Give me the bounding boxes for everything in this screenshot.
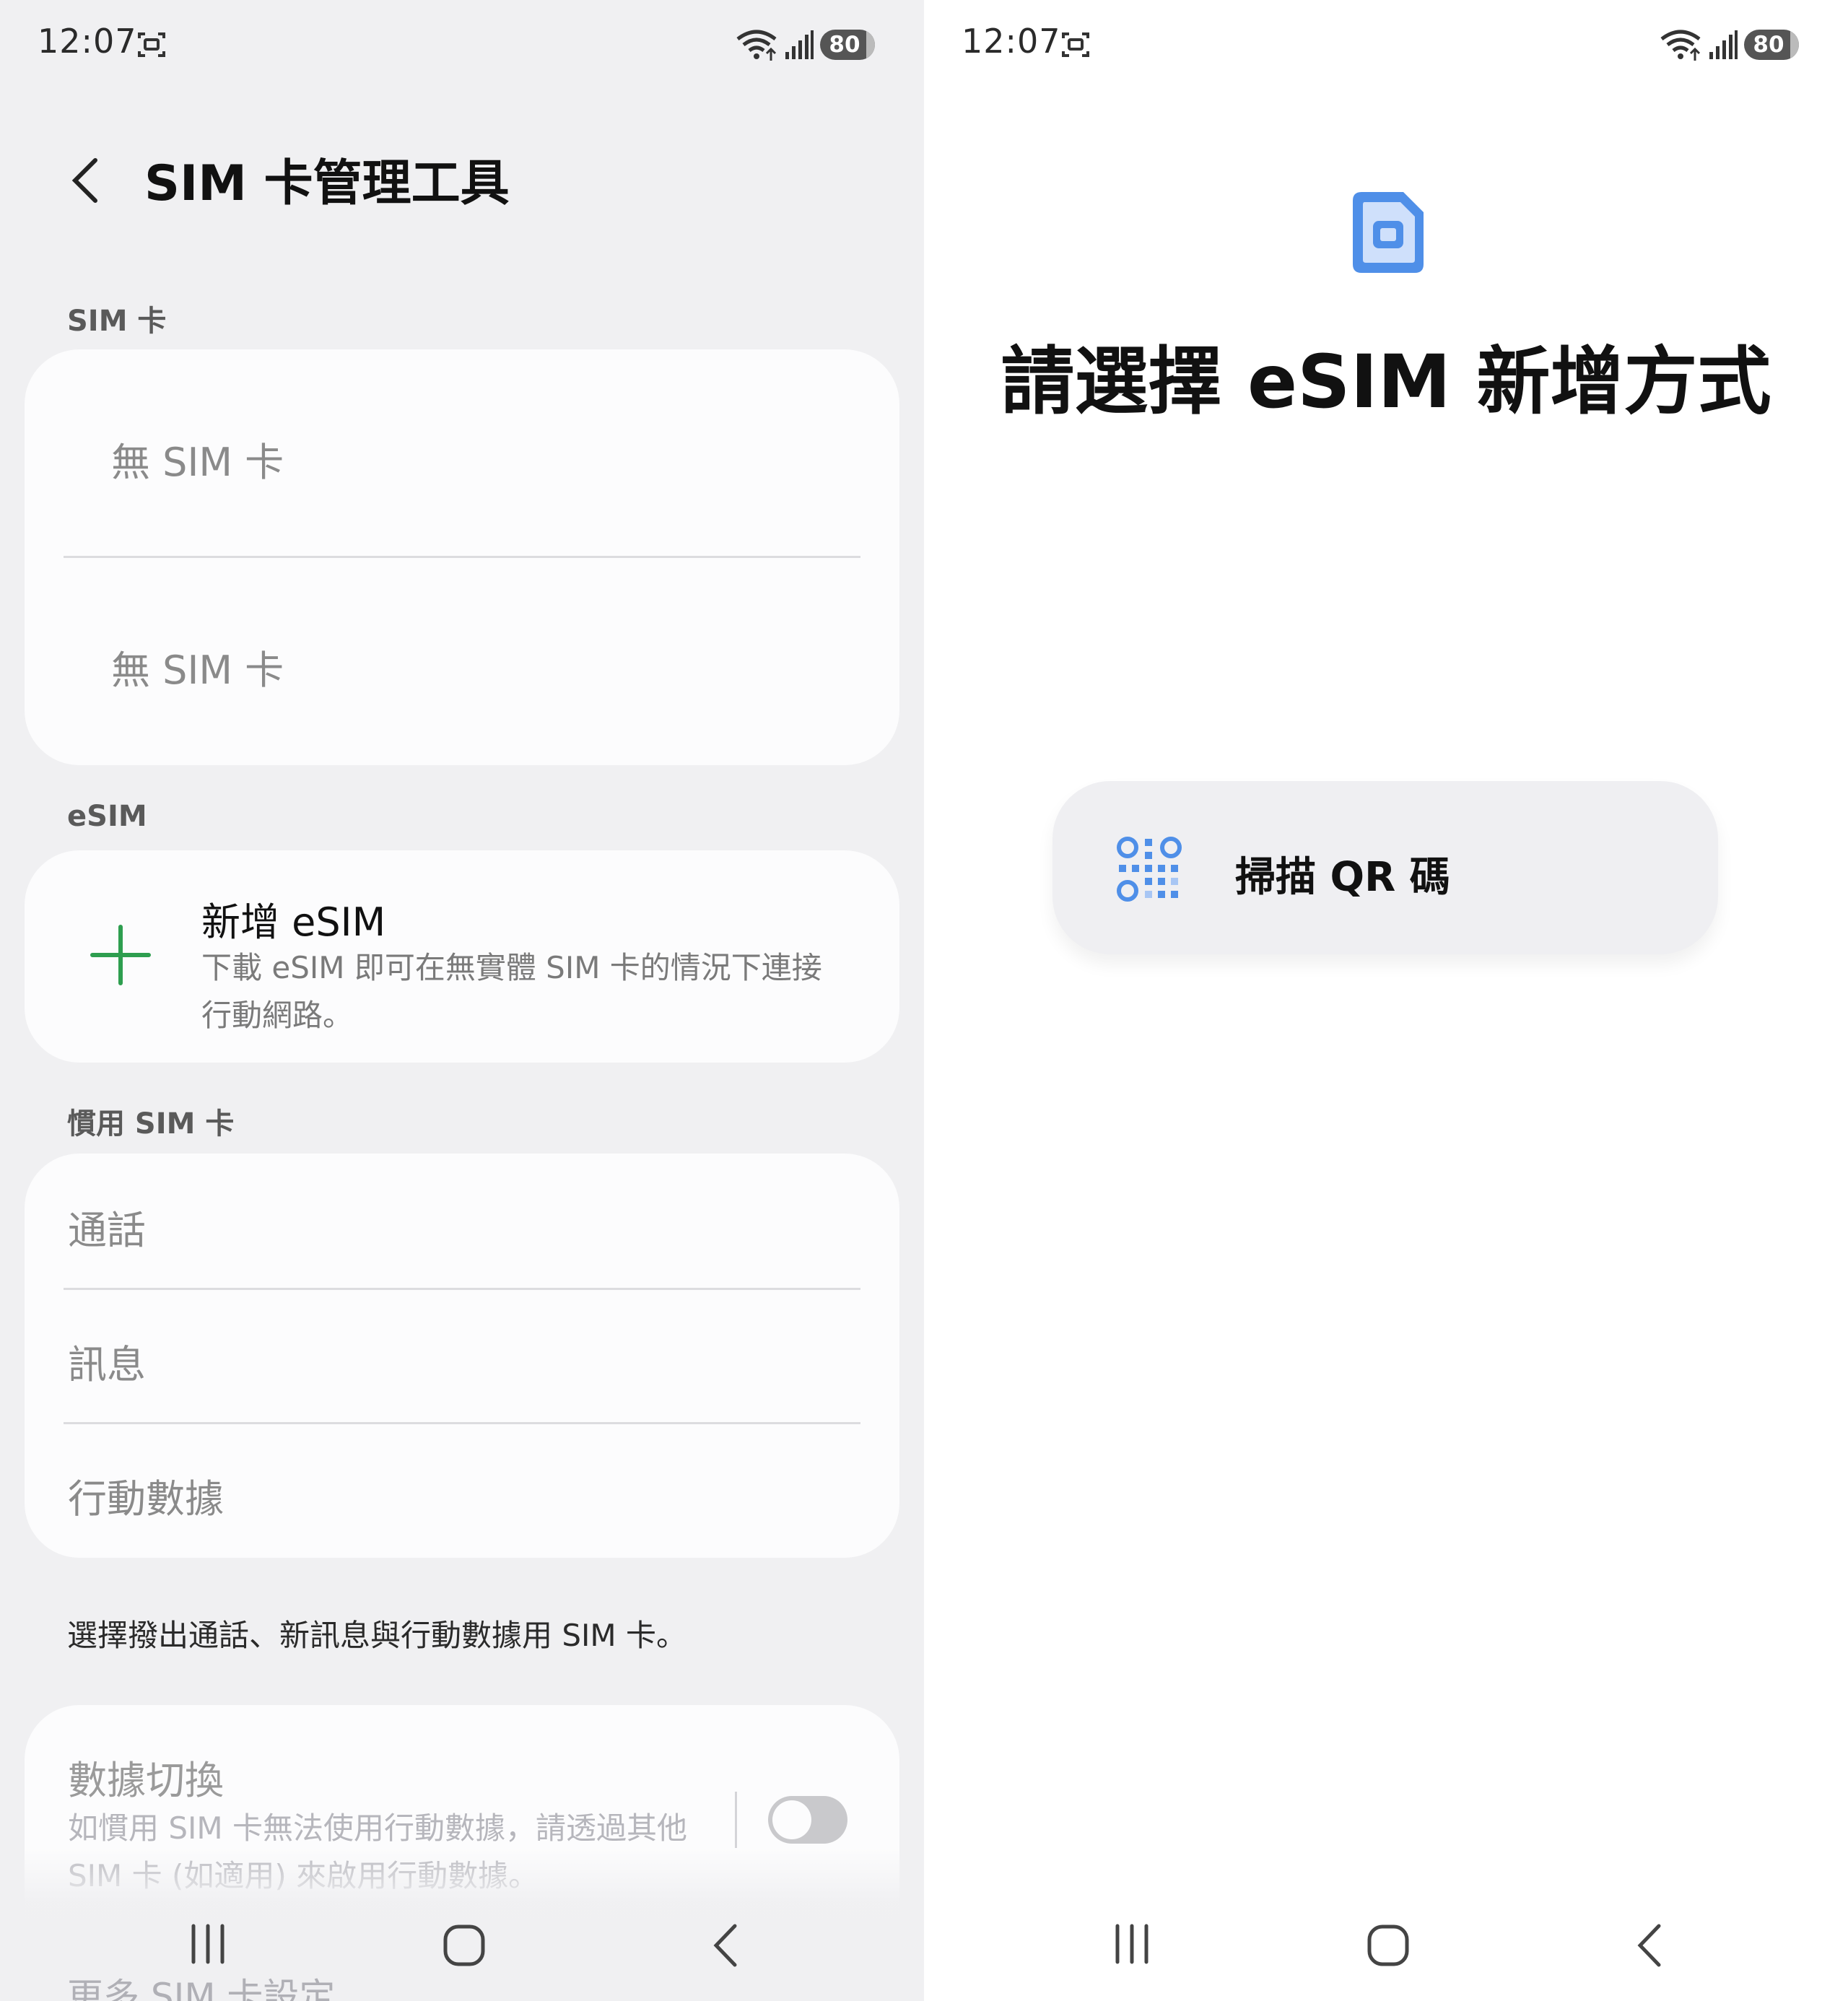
home-icon[interactable]	[1366, 1923, 1411, 1968]
sim-section-label: SIM 卡	[67, 305, 167, 338]
nav-back-icon[interactable]	[1631, 1920, 1668, 1971]
sim-card-list: 無 SIM 卡 無 SIM 卡	[25, 349, 899, 765]
scan-qr-label: 掃描 QR 碼	[1235, 854, 1450, 901]
status-bar: 12:07 80	[0, 0, 924, 94]
nav-back-icon[interactable]	[707, 1920, 744, 1971]
sim-manager-screen: 12:07 80 SIM 卡管理工具 SIM 卡 無 SIM 卡 無 SIM 卡	[0, 0, 924, 2001]
preferred-calls[interactable]: 通話	[68, 1198, 146, 1255]
home-icon[interactable]	[442, 1923, 487, 1968]
signal-icon	[785, 30, 814, 59]
divider	[64, 1288, 860, 1290]
status-time: 12:07	[38, 22, 137, 61]
esim-section-label: eSIM	[67, 800, 147, 833]
add-esim-screen: 12:07 80 請選擇 eSIM 新增方式 掃描 QR 碼	[924, 0, 1848, 2001]
back-arrow-icon[interactable]	[64, 152, 107, 209]
preferred-messages[interactable]: 訊息	[68, 1333, 146, 1390]
preferred-sim-label: 慣用 SIM 卡	[67, 1107, 235, 1141]
divider	[64, 1422, 860, 1424]
wifi-icon	[736, 30, 777, 61]
wifi-icon	[1660, 30, 1701, 61]
scan-qr-button[interactable]: 掃描 QR 碼	[1052, 781, 1718, 954]
cast-icon	[138, 32, 165, 57]
status-bar: 12:07 80	[924, 0, 1848, 94]
sim-slot-1[interactable]: 無 SIM 卡	[111, 430, 284, 487]
add-esim-description: 下載 eSIM 即可在無實體 SIM 卡的情況下連接行動網路。	[201, 950, 822, 1033]
divider	[735, 1792, 737, 1848]
add-esim-title: 新增 eSIM	[201, 899, 386, 945]
plus-icon	[90, 925, 151, 985]
qr-code-icon	[1117, 837, 1182, 902]
divider	[64, 556, 860, 558]
recent-apps-icon[interactable]	[1110, 1922, 1154, 1966]
sim-slot-2[interactable]: 無 SIM 卡	[111, 638, 284, 695]
battery-indicator: 80	[820, 30, 875, 60]
preferred-sim-footnote: 選擇撥出通話、新訊息與行動數據用 SIM 卡。	[67, 1618, 687, 1653]
recent-apps-icon[interactable]	[186, 1922, 230, 1966]
preferred-mobile-data[interactable]: 行動數據	[68, 1467, 224, 1524]
preferred-sim-list: 通話 訊息 行動數據	[25, 1154, 899, 1558]
toggle-knob	[772, 1800, 811, 1839]
battery-indicator: 80	[1744, 30, 1799, 60]
signal-icon	[1709, 30, 1738, 59]
navigation-bar	[924, 1906, 1848, 1985]
cast-icon	[1062, 32, 1089, 57]
status-time: 12:07	[962, 22, 1061, 61]
navigation-bar	[0, 1906, 924, 1985]
sim-card-icon	[1353, 192, 1424, 273]
add-esim-heading: 請選擇 eSIM 新增方式	[1001, 339, 1771, 425]
add-esim-button[interactable]: 新增 eSIM 下載 eSIM 即可在無實體 SIM 卡的情況下連接行動網路。	[25, 850, 899, 1063]
page-title: SIM 卡管理工具	[144, 155, 510, 212]
data-switching-title[interactable]: 數據切換	[68, 1748, 224, 1805]
data-switching-toggle[interactable]	[768, 1796, 847, 1844]
